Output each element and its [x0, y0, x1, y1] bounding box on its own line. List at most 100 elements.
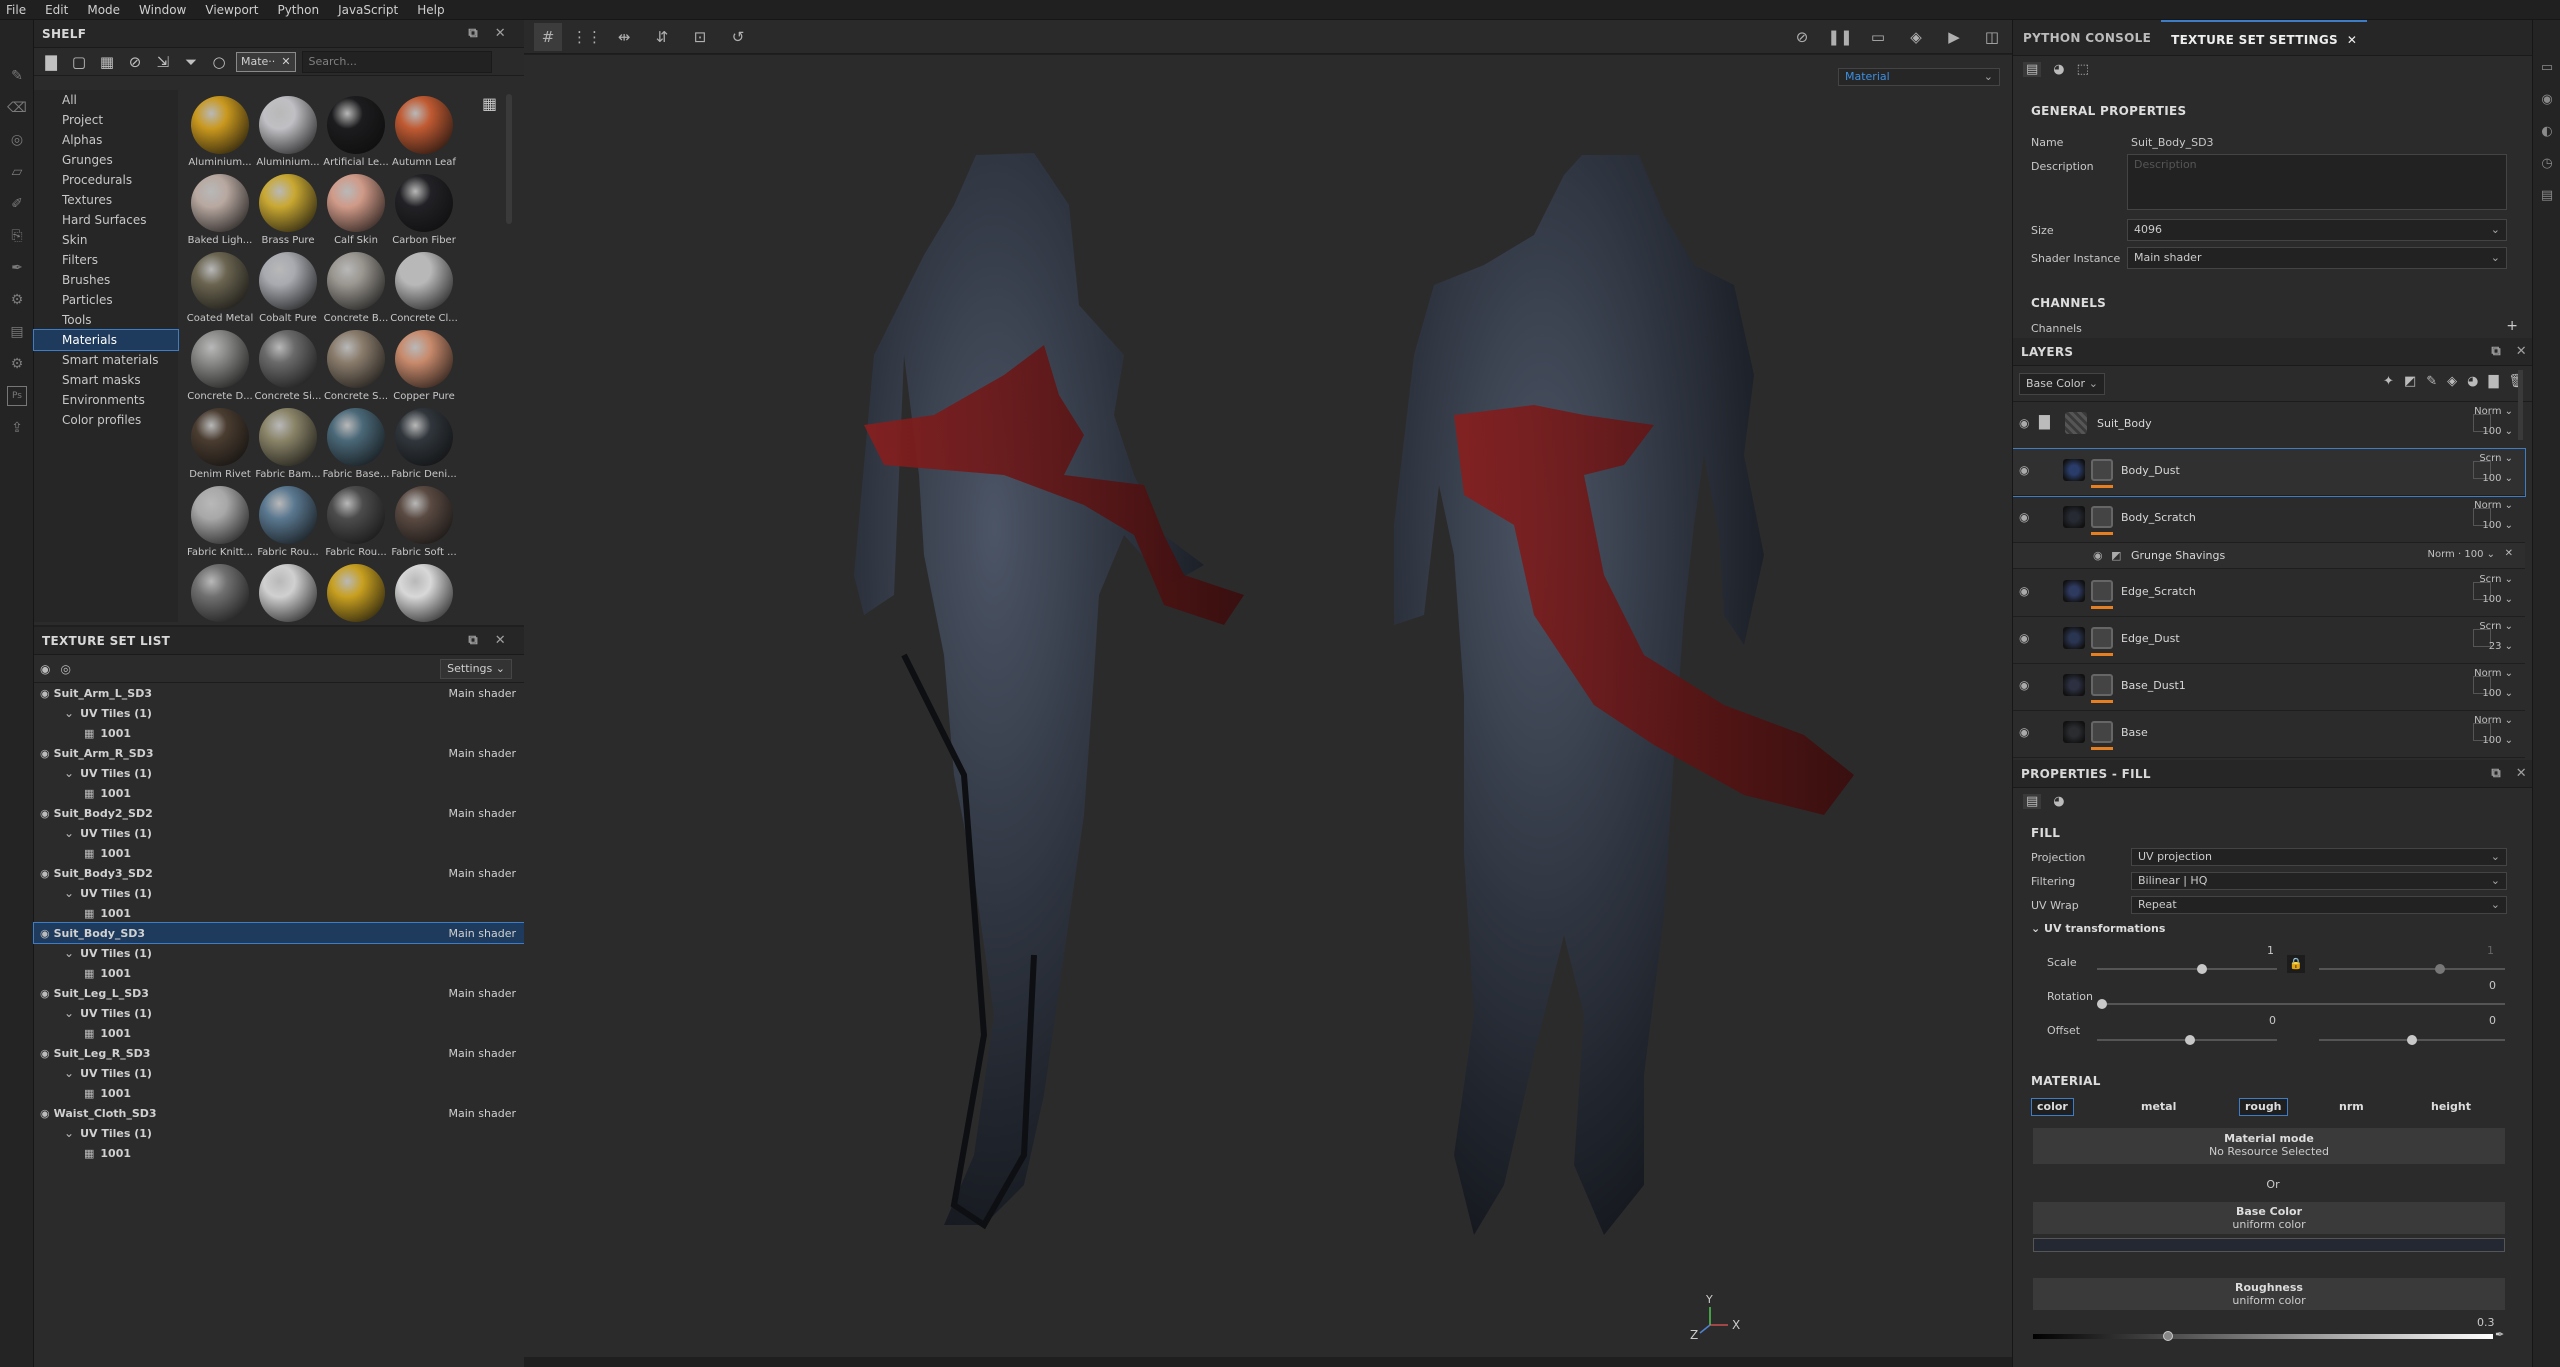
uv-tile-row[interactable]: ▦ 1001 — [34, 783, 524, 803]
video-icon[interactable]: ▶ — [1940, 23, 1968, 51]
circle-icon[interactable]: ○ — [208, 51, 230, 73]
eye-icon[interactable]: ◉ — [40, 1107, 50, 1120]
shelf-category-textures[interactable]: Textures — [34, 190, 178, 210]
shelf-search-input[interactable]: Search... — [301, 50, 492, 73]
eye-icon[interactable]: ◉ — [2019, 416, 2029, 430]
uv-wrap-dropdown[interactable]: Repeat ⌄ — [2131, 896, 2507, 914]
add-channel-icon[interactable]: + — [2506, 318, 2518, 334]
offset-slider[interactable] — [2097, 1035, 2277, 1045]
layer-row-edge-dust[interactable]: ◉ Edge_Dust Scrn ⌄ 23 ⌄ — [2013, 617, 2525, 664]
uv-tiles-row[interactable]: ⌄ UV Tiles (1) — [34, 1063, 524, 1083]
material-thumbnail[interactable]: Carbon Fiber — [390, 174, 458, 254]
undock-icon[interactable]: ⧉ — [2491, 344, 2501, 359]
filter-icon[interactable]: ⏷ — [180, 51, 202, 73]
shelf-category-environments[interactable]: Environments — [34, 390, 178, 410]
uv-tile-row[interactable]: ▦ 1001 — [34, 1143, 524, 1163]
shelf-category-particles[interactable]: Particles — [34, 290, 178, 310]
close-icon[interactable]: ✕ — [495, 633, 506, 648]
chevron-down-icon[interactable]: ⌄ — [64, 886, 74, 900]
eye-icon[interactable]: ◉ — [40, 927, 50, 940]
color-picker-icon[interactable]: ✒ — [2495, 1328, 2504, 1341]
material-mode-block[interactable]: Material mode No Resource Selected — [2033, 1128, 2505, 1164]
uv-tiles-row[interactable]: ⌄ UV Tiles (1) — [34, 823, 524, 843]
add-folder-icon[interactable]: ▇ — [2488, 374, 2498, 389]
rotation-value[interactable]: 0 — [2489, 979, 2496, 992]
close-icon[interactable]: ✕ — [2516, 766, 2527, 781]
scale-value-2[interactable]: 1 — [2487, 944, 2494, 957]
material-thumbnail[interactable] — [322, 564, 390, 622]
material-thumbnail[interactable]: Baked Ligh... — [186, 174, 254, 254]
material-thumbnail[interactable]: Fabric Rou... — [322, 486, 390, 566]
uv-tiles-row[interactable]: ⌄ UV Tiles (1) — [34, 763, 524, 783]
material-thumbnail[interactable]: Aluminium... — [254, 96, 322, 176]
close-tab-icon[interactable]: ✕ — [2347, 33, 2357, 47]
shelf-category-tools[interactable]: Tools — [34, 310, 178, 330]
texture-set-icon[interactable]: ▭ — [2537, 60, 2557, 80]
uv-tiles-row[interactable]: ⌄ UV Tiles (1) — [34, 1003, 524, 1023]
texture-set-row[interactable]: ◉ Suit_Leg_L_SD3 Main shader — [34, 983, 524, 1003]
remove-effect-icon[interactable]: ✕ — [2505, 548, 2513, 559]
texture-set-row[interactable]: ◉ Suit_Arm_R_SD3 Main shader — [34, 743, 524, 763]
layer-opacity[interactable]: 100 ⌄ — [2482, 688, 2513, 699]
clone-icon[interactable]: ⎘ — [7, 226, 27, 246]
base-color-swatch[interactable] — [2033, 1238, 2505, 1252]
shelf-category-brushes[interactable]: Brushes — [34, 270, 178, 290]
chevron-down-icon[interactable]: ⌄ — [64, 1066, 74, 1080]
material-thumbnail[interactable]: Cobalt Pure — [254, 252, 322, 332]
roughness-block[interactable]: Roughness uniform color — [2033, 1278, 2505, 1310]
menu-javascript[interactable]: JavaScript — [338, 3, 398, 17]
base-color-block[interactable]: Base Color uniform color — [2033, 1202, 2505, 1234]
material-thumbnail[interactable]: Coated Metal — [186, 252, 254, 332]
scale-value[interactable]: 1 — [2267, 944, 2274, 957]
clear-filter-icon[interactable]: ✕ — [281, 55, 290, 68]
material-thumbnail[interactable]: Fabric Soft ... — [390, 486, 458, 566]
shader-settings-icon[interactable]: ◐ — [2537, 124, 2557, 144]
scale-slider-2[interactable] — [2319, 964, 2505, 974]
texture-set-shader[interactable]: Main shader — [449, 1047, 516, 1060]
eye-icon[interactable]: ◉ — [40, 807, 50, 820]
import-icon[interactable]: ⇲ — [152, 51, 174, 73]
eye-icon[interactable]: ◉ — [40, 1047, 50, 1060]
texture-set-row[interactable]: ◉ Suit_Body3_SD2 Main shader — [34, 863, 524, 883]
layer-opacity[interactable]: 100 ⌄ — [2482, 735, 2513, 746]
material-thumbnail[interactable] — [390, 564, 458, 622]
scale-slider[interactable] — [2097, 964, 2277, 974]
visibility-mode-icon[interactable]: ◉ — [40, 662, 50, 676]
eye-icon[interactable]: ◉ — [2019, 584, 2029, 598]
shelf-category-filters[interactable]: Filters — [34, 250, 178, 270]
camera-cube-icon[interactable]: ◈ — [1902, 23, 1930, 51]
menu-edit[interactable]: Edit — [45, 3, 68, 17]
uv-tiles-row[interactable]: ⌄ UV Tiles (1) — [34, 943, 524, 963]
material-channel-nrm[interactable]: nrm — [2333, 1098, 2370, 1116]
history-icon[interactable]: ↺ — [724, 23, 752, 51]
layer-opacity[interactable]: 100 ⌄ — [2482, 426, 2513, 437]
add-fill-layer-icon[interactable]: ◈ — [2447, 374, 2457, 389]
material-thumbnail[interactable]: Fabric Bam... — [254, 408, 322, 488]
filtering-dropdown[interactable]: Bilinear | HQ ⌄ — [2131, 872, 2507, 890]
material-thumbnail[interactable]: Calf Skin — [322, 174, 390, 254]
blend-mode[interactable]: Norm ⌄ — [2474, 668, 2513, 679]
smart-material-icon[interactable]: ◕ — [2467, 374, 2478, 389]
log-icon[interactable]: ▤ — [2537, 188, 2557, 208]
blend-mode[interactable]: Norm ⌄ — [2474, 715, 2513, 726]
uv-tile-row[interactable]: ▦ 1001 — [34, 963, 524, 983]
shelf-category-procedurals[interactable]: Procedurals — [34, 170, 178, 190]
material-thumbnail[interactable]: Aluminium... — [186, 96, 254, 176]
close-icon[interactable]: ✕ — [2516, 344, 2527, 359]
eye-icon[interactable]: ◉ — [2019, 510, 2029, 524]
uv-tile-row[interactable]: ▦ 1001 — [34, 1023, 524, 1043]
shelf-category-project[interactable]: Project — [34, 110, 178, 130]
chevron-down-icon[interactable]: ⌄ — [64, 826, 74, 840]
uv-tile-row[interactable]: ▦ 1001 — [34, 723, 524, 743]
layer-channel-dropdown[interactable]: Base Color ⌄ — [2019, 373, 2105, 395]
chevron-down-icon[interactable]: ⌄ — [64, 706, 74, 720]
layer-row-base-dust1[interactable]: ◉ Base_Dust1 Norm ⌄ 100 ⌄ — [2013, 664, 2525, 711]
close-icon[interactable]: ✕ — [495, 26, 506, 41]
material-thumbnail[interactable]: Autumn Leaf — [390, 96, 458, 176]
texture-set-shader[interactable]: Main shader — [449, 807, 516, 820]
material-thumbnail[interactable]: Fabric Rou... — [254, 486, 322, 566]
undock-icon[interactable]: ⧉ — [468, 26, 478, 41]
eye-icon[interactable]: ◉ — [40, 687, 50, 700]
add-paint-layer-icon[interactable]: ✎ — [2426, 374, 2437, 389]
uv-tile-row[interactable]: ▦ 1001 — [34, 903, 524, 923]
